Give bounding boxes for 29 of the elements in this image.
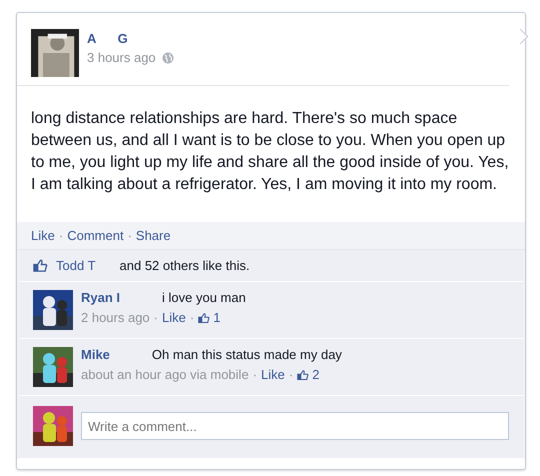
likes-summary: and 52 others like this.	[120, 258, 250, 273]
globe-icon	[162, 52, 174, 64]
thumbs-up-icon	[33, 258, 48, 273]
comment-input[interactable]: Write a comment...	[81, 412, 509, 440]
action-link[interactable]: Comment	[67, 228, 124, 243]
commenter-name[interactable]: Ryan I	[81, 290, 120, 305]
action-link[interactable]: Like	[31, 228, 55, 243]
separator-dot: ·	[128, 228, 132, 243]
comment-time: about an hour ago via mobile	[81, 367, 249, 382]
like-link[interactable]: Like	[261, 367, 285, 382]
separator-dot: ·	[288, 367, 294, 382]
commenter-name[interactable]: Mike	[81, 347, 110, 362]
comment-text: Oh man this status made my day	[152, 347, 342, 362]
action-link[interactable]: Share	[136, 228, 171, 243]
like-link[interactable]: Like	[162, 310, 186, 325]
separator-dot: ·	[190, 310, 194, 325]
thumbs-up-icon	[297, 368, 310, 380]
like-count[interactable]: 1	[213, 310, 220, 325]
like-count[interactable]: 2	[312, 367, 320, 382]
liker-name[interactable]: Todd T	[56, 258, 96, 273]
separator-dot: ·	[252, 367, 258, 382]
separator-dot: ·	[58, 228, 64, 243]
thumbs-up-icon	[198, 312, 210, 324]
comment-time: 2 hours ago	[81, 310, 150, 325]
post-time[interactable]: 3 hours ago	[87, 50, 156, 65]
author-name[interactable]: A G	[87, 31, 174, 46]
comment-text: i love you man	[162, 290, 246, 305]
separator-dot: ·	[154, 310, 158, 325]
post-text: long distance relationships are hard. There's so much space between us, and all I want is to be close to you. When you open up to me, you light up my life and share all the good inside of you. Yes, I am talking about a refrigerator. Yes, I am moving it into my room.	[30, 109, 510, 195]
